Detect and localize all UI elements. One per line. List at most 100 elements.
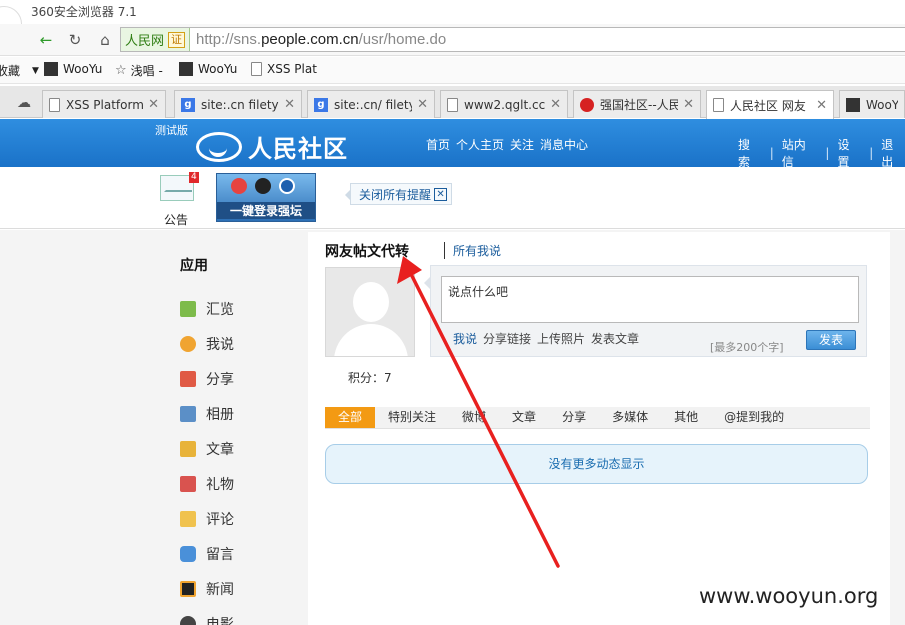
nav-divider: |: [769, 146, 774, 160]
address-toolbar: ← ↻ ⌂ 人民网 证 http://sns.people.com.cn/usr…: [0, 24, 905, 56]
page-icon: [447, 97, 458, 112]
notice-label[interactable]: 公告: [164, 211, 188, 228]
site-badge-label: 人民网: [125, 34, 165, 49]
bookmark-label: 浅唱 -: [130, 64, 163, 78]
tab-weibo[interactable]: 微博: [449, 407, 499, 428]
profile-username[interactable]: 网友帖文代转: [325, 241, 409, 261]
browser-title: 360安全浏览器 7.1: [31, 5, 137, 19]
sidebar-item-articles[interactable]: 文章: [180, 431, 234, 466]
action-post-article[interactable]: 发表文章: [591, 330, 639, 347]
sidebar-item-share[interactable]: 分享: [180, 361, 234, 396]
action-say[interactable]: 我说: [453, 330, 477, 347]
nav-follow[interactable]: 关注: [510, 136, 534, 153]
nav-divider: |: [869, 146, 874, 160]
apps-sidebar: 应用 汇览 我说 分享 相册 文章 礼物 评论 留言 新闻 电影: [180, 255, 234, 625]
tab-multimedia[interactable]: 多媒体: [599, 407, 661, 428]
tab-qiangguo[interactable]: 强国社区--人民 ✕: [573, 90, 701, 118]
tab-label: www2.qglt.cc: [464, 97, 546, 112]
sidebar-item-comments[interactable]: 评论: [180, 501, 234, 536]
nav-settings[interactable]: 设置: [837, 136, 861, 170]
tab-all[interactable]: 全部: [325, 407, 376, 428]
bookmark-item[interactable]: 收藏 ▼: [0, 62, 39, 79]
tab-google-search-2[interactable]: g site:.cn/ filety ✕: [307, 90, 435, 118]
tab-wooyun[interactable]: WooYu: [839, 90, 905, 118]
nav-messages[interactable]: 消息中心: [540, 136, 588, 153]
sidebar-item-say[interactable]: 我说: [180, 326, 234, 361]
close-icon[interactable]: ✕: [683, 97, 694, 112]
tab-other[interactable]: 其他: [661, 407, 711, 428]
sidebar-item-label: 留言: [206, 546, 234, 563]
certificate-icon[interactable]: 证: [168, 31, 186, 48]
close-all-alerts-button[interactable]: 关闭所有提醒 ✕: [344, 183, 453, 205]
tab-shares[interactable]: 分享: [549, 407, 599, 428]
main-nav: 首页 个人主页 关注 消息中心: [426, 136, 588, 153]
address-bar[interactable]: 人民网 证 http://sns.people.com.cn/usr/home.…: [120, 27, 905, 52]
close-box-icon[interactable]: ✕: [434, 187, 448, 201]
sidebar-item-label: 新闻: [206, 581, 234, 598]
url-text[interactable]: http://sns.people.com.cn/usr/home.do: [196, 31, 446, 48]
tab-google-search-1[interactable]: g site:.cn filetype ✕: [174, 90, 302, 118]
bookmark-label: XSS Plat: [267, 62, 317, 76]
photo-album-icon: [180, 405, 196, 422]
nav-logout[interactable]: 退出: [881, 136, 905, 170]
tab-label: XSS Platform: [66, 97, 144, 112]
action-share-link[interactable]: 分享链接: [483, 330, 531, 347]
tab-strip: ☁ XSS Platform ✕ g site:.cn filetype ✕ g…: [0, 86, 905, 119]
tab-label: site:.cn filetype: [201, 97, 279, 112]
sidebar-item-overview[interactable]: 汇览: [180, 291, 234, 326]
nav-inbox[interactable]: 站内信: [782, 136, 818, 170]
avatar[interactable]: [325, 267, 415, 357]
avatar-head-shape: [353, 282, 389, 322]
back-arrow-icon[interactable]: ←: [34, 28, 58, 52]
close-icon[interactable]: ✕: [148, 97, 159, 112]
one-click-login-banner[interactable]: 一键登录强坛: [216, 173, 316, 222]
people-logo-icon: [196, 131, 242, 162]
site-logo[interactable]: 人民社区: [196, 129, 348, 164]
sidebar-item-news[interactable]: 新闻: [180, 571, 234, 606]
close-alerts-label: 关闭所有提醒: [359, 187, 432, 202]
tab-xss-platform[interactable]: XSS Platform ✕: [42, 90, 166, 118]
home-icon[interactable]: ⌂: [93, 28, 117, 52]
sidebar-item-album[interactable]: 相册: [180, 396, 234, 431]
tab-mentions[interactable]: @提到我的: [711, 407, 797, 428]
sidebar-item-guestbook[interactable]: 留言: [180, 536, 234, 571]
nav-profile[interactable]: 个人主页: [456, 136, 504, 153]
sidebar-title: 应用: [180, 258, 208, 274]
bookmarks-bar: 收藏 ▼ WooYu ☆ 浅唱 - WooYu XSS Plat: [0, 57, 905, 84]
tab-qglt[interactable]: www2.qglt.cc ✕: [440, 90, 568, 118]
bookmark-item[interactable]: XSS Plat: [251, 62, 317, 76]
bookmark-item[interactable]: WooYu: [179, 62, 237, 76]
close-icon[interactable]: ✕: [284, 97, 295, 112]
chevron-down-icon[interactable]: ▼: [32, 66, 39, 76]
bookmark-item[interactable]: WooYu: [44, 62, 102, 76]
browser-title-bar: 360安全浏览器 7.1: [0, 0, 905, 42]
close-icon[interactable]: ✕: [417, 97, 428, 112]
site-identity-badge[interactable]: 人民网 证: [121, 28, 191, 51]
sidebar-item-label: 汇览: [206, 301, 234, 318]
tab-people-community[interactable]: 人民社区 网友 ✕: [706, 90, 834, 119]
tab-articles[interactable]: 文章: [499, 407, 549, 428]
nav-search[interactable]: 搜索: [738, 136, 762, 170]
refresh-icon[interactable]: ↻: [63, 28, 87, 52]
close-icon[interactable]: ✕: [816, 98, 827, 113]
points-label: 积分：7: [348, 371, 392, 385]
action-upload-photo[interactable]: 上传照片: [537, 330, 585, 347]
sidebar-item-gifts[interactable]: 礼物: [180, 466, 234, 501]
all-my-posts-link[interactable]: 所有我说: [444, 242, 501, 259]
bookmark-label: 收藏: [0, 64, 21, 78]
tab-label: site:.cn/ filety: [334, 97, 413, 112]
tab-special-follow[interactable]: 特别关注: [375, 407, 449, 428]
nav-home[interactable]: 首页: [426, 136, 450, 153]
user-nav: 搜索 | 站内信 | 设置 | 退出: [738, 136, 905, 170]
publish-button[interactable]: 发表: [806, 330, 856, 350]
url-prefix: http://sns.: [196, 31, 262, 48]
sidebar-item-movies[interactable]: 电影: [180, 606, 234, 625]
qiangguo-icon: [580, 97, 594, 112]
cloud-icon[interactable]: ☁: [12, 91, 36, 115]
star-outline-icon: ☆: [115, 63, 127, 78]
post-input[interactable]: 说点什么吧: [441, 276, 859, 323]
bookmark-item[interactable]: ☆ 浅唱 -: [115, 62, 163, 79]
sidebar-item-label: 分享: [206, 371, 234, 388]
comment-edit-icon: [180, 510, 196, 527]
close-icon[interactable]: ✕: [550, 97, 561, 112]
